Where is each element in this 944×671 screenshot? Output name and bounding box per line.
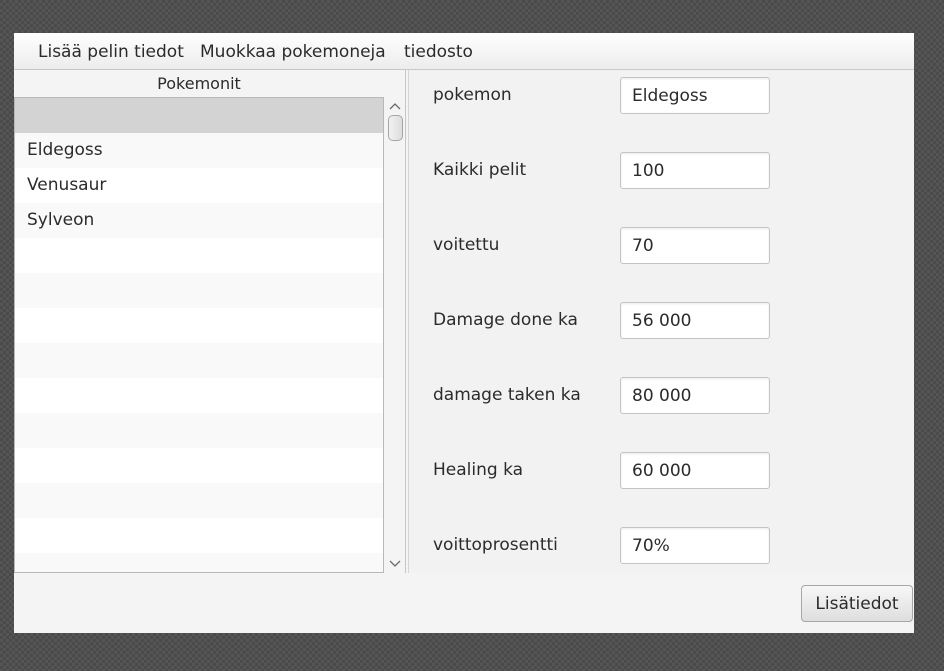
list-item-blank [15, 413, 383, 448]
list-item-sylveon[interactable]: Sylveon [15, 203, 383, 238]
label-damage-taken: damage taken ka [433, 385, 581, 405]
list-item-blank [15, 378, 383, 413]
list-item-blank [15, 448, 383, 483]
list-item-empty[interactable] [15, 98, 383, 133]
list-item-blank [15, 483, 383, 518]
list-item-blank [15, 553, 383, 572]
list-item-eldegoss[interactable]: Eldegoss [15, 133, 383, 168]
label-damage-done: Damage done ka [433, 310, 578, 330]
menu-muokkaa-pokemoneja[interactable]: Muokkaa pokemoneja [200, 42, 386, 62]
list-item-venusaur[interactable]: Venusaur [15, 168, 383, 203]
damage-done-input[interactable] [620, 302, 770, 339]
list-header: Pokemonit [157, 74, 241, 93]
list-scrollbar[interactable] [385, 97, 405, 573]
healing-input[interactable] [620, 452, 770, 489]
pokemon-input[interactable] [620, 77, 770, 114]
list-item-blank [15, 518, 383, 553]
voitettu-input[interactable] [620, 227, 770, 264]
chevron-up-icon[interactable] [385, 99, 405, 113]
list-item-blank [15, 343, 383, 378]
label-voittoprosentti: voittoprosentti [433, 535, 558, 555]
kaikki-pelit-input[interactable] [620, 152, 770, 189]
damage-taken-input[interactable] [620, 377, 770, 414]
app-window: Lisää pelin tiedot Muokkaa pokemoneja ti… [14, 33, 914, 633]
scroll-thumb[interactable] [388, 115, 403, 141]
label-healing: Healing ka [433, 460, 524, 480]
lisatiedot-button[interactable]: Lisätiedot [801, 585, 913, 622]
menu-tiedosto[interactable]: tiedosto [404, 42, 473, 62]
menu-bar: Lisää pelin tiedot Muokkaa pokemoneja ti… [14, 33, 914, 70]
label-pokemon: pokemon [433, 85, 512, 105]
bottom-bar: Lisätiedot [14, 573, 914, 633]
pokemon-details-form: pokemon Kaikki pelit voitettu Damage don… [408, 70, 914, 573]
voittoprosentti-input[interactable] [620, 527, 770, 564]
label-kaikki-pelit: Kaikki pelit [433, 160, 527, 180]
pokemon-list-pane: Pokemonit Eldegoss Venusaur Sylveon [14, 70, 406, 573]
label-voitettu: voitettu [433, 235, 500, 255]
menu-lisaa-pelin-tiedot[interactable]: Lisää pelin tiedot [38, 42, 184, 62]
list-item-blank [15, 273, 383, 308]
pokemon-list[interactable]: Eldegoss Venusaur Sylveon [14, 97, 384, 573]
list-item-blank [15, 308, 383, 343]
list-item-blank [15, 238, 383, 273]
chevron-down-icon[interactable] [385, 557, 405, 571]
